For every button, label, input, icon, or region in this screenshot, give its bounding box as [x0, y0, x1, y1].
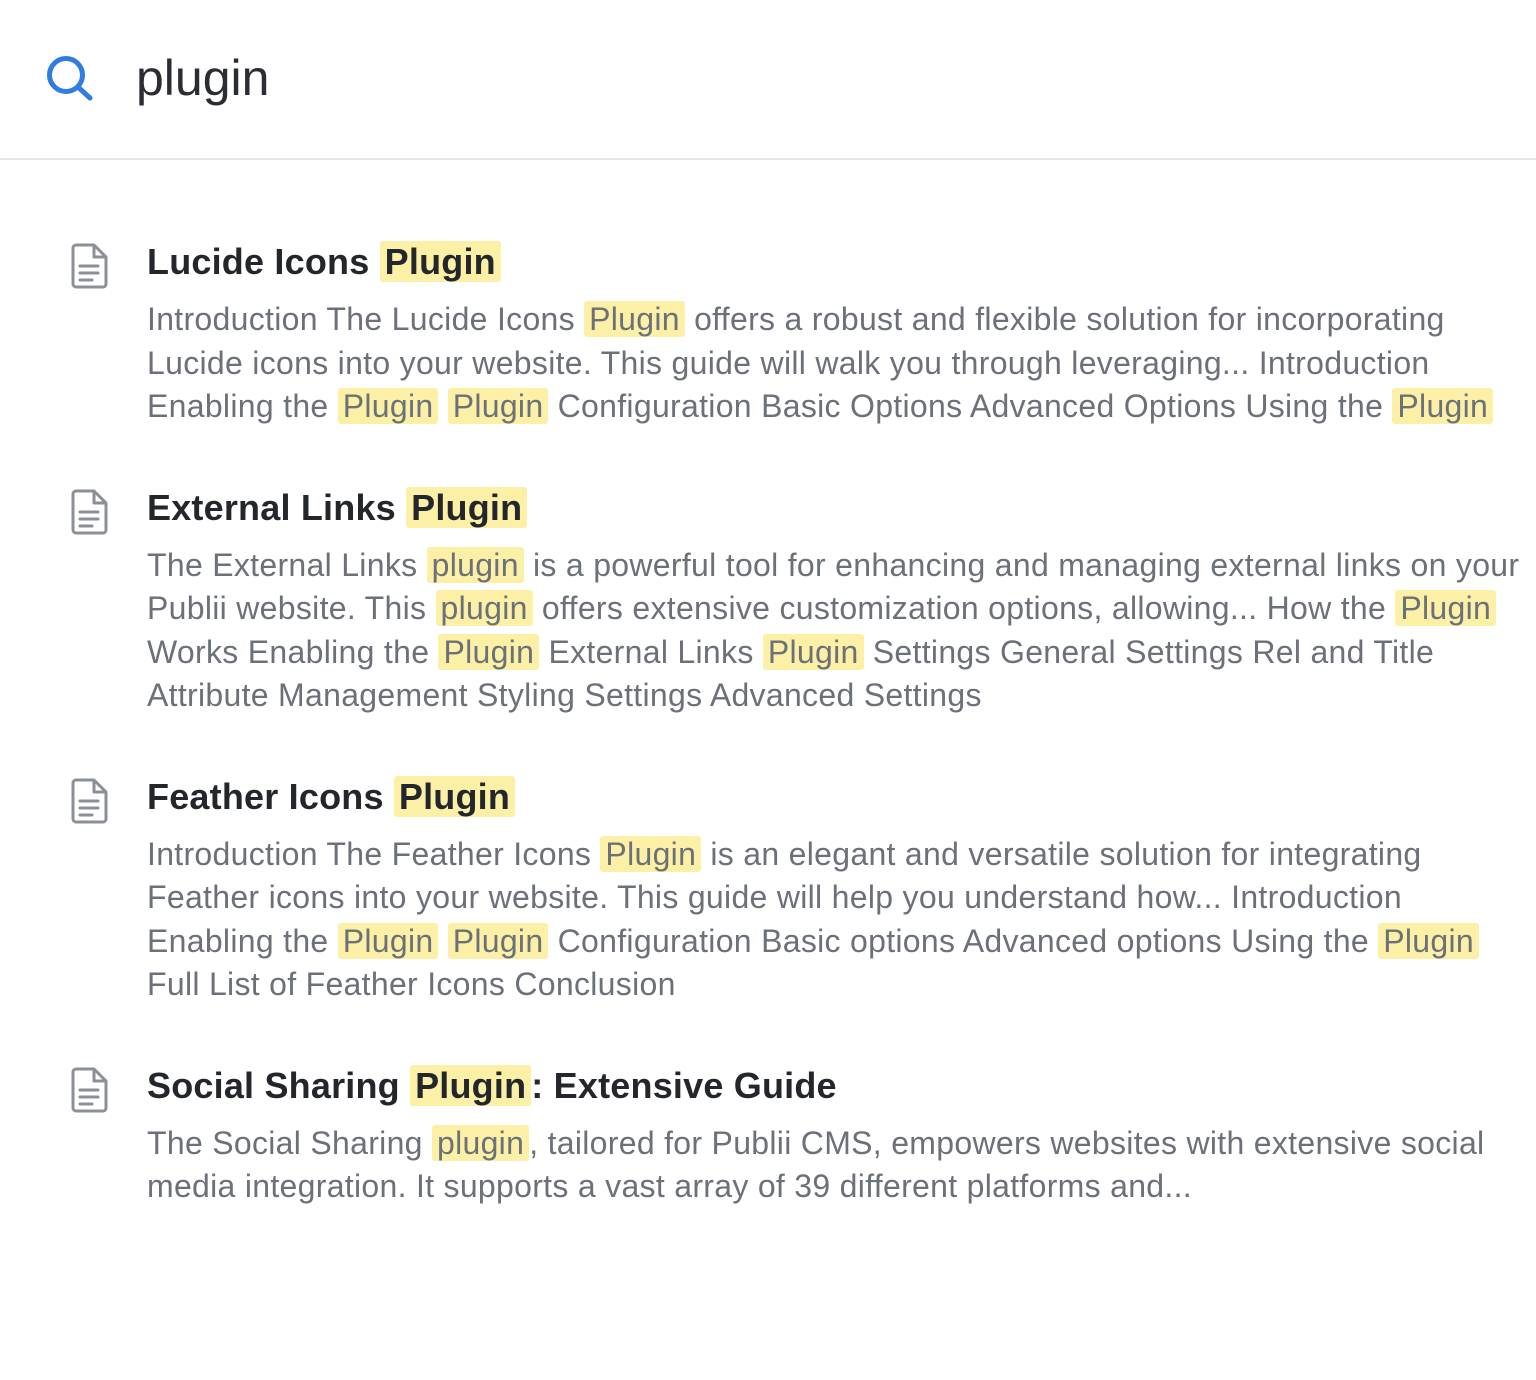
- text-segment: The Social Sharing: [147, 1124, 432, 1161]
- result-snippet: The External Links plugin is a powerful …: [147, 544, 1522, 718]
- search-highlight: Plugin: [393, 775, 516, 817]
- search-icon: [47, 56, 93, 101]
- search-highlight: Plugin: [584, 301, 685, 337]
- search-highlight: Plugin: [600, 835, 702, 872]
- search-input[interactable]: [136, 38, 1476, 118]
- text-segment: [438, 923, 447, 959]
- result-title: Lucide Icons Plugin: [147, 232, 1522, 292]
- text-segment: Introduction The Lucide Icons: [147, 301, 585, 337]
- text-segment: Feather Icons: [147, 775, 394, 817]
- search-highlight: Plugin: [337, 388, 439, 424]
- result-title: Feather Icons Plugin: [147, 767, 1522, 827]
- result-snippet: The Social Sharing plugin, tailored for …: [147, 1122, 1522, 1209]
- search-panel: Lucide Icons Plugin Introduction The Luc…: [0, 0, 1536, 1380]
- search-highlight: plugin: [426, 546, 524, 583]
- text-segment: Introduction The Feather Icons: [147, 835, 601, 872]
- text-segment: Works Enabling the: [147, 633, 439, 670]
- search-highlight: Plugin: [438, 633, 540, 670]
- document-icon: [71, 243, 108, 289]
- search-bar: [0, 0, 1536, 160]
- document-icon: [71, 1067, 108, 1112]
- search-result-item-3[interactable]: Feather Icons Plugin Introduction The Fe…: [0, 767, 1536, 1007]
- result-snippet: Introduction The Feather Icons Plugin is…: [147, 833, 1522, 1007]
- search-highlight: plugin: [435, 590, 533, 626]
- search-highlight: Plugin: [410, 1064, 532, 1106]
- search-result-item-1[interactable]: Lucide Icons Plugin Introduction The Luc…: [0, 232, 1536, 429]
- search-results-list: Lucide Icons Plugin Introduction The Luc…: [0, 232, 1536, 1258]
- text-segment: : Extensive Guide: [531, 1064, 837, 1106]
- search-result-item-4[interactable]: Social Sharing Plugin: Extensive Guide T…: [0, 1056, 1536, 1209]
- search-highlight: Plugin: [1378, 922, 1479, 959]
- result-snippet: Introduction The Lucide Icons Plugin off…: [147, 298, 1522, 429]
- document-icon: [71, 778, 108, 823]
- text-segment: Full List of Feather Icons Conclusion: [147, 966, 676, 1002]
- text-segment: Configuration Basic Options Advanced Opt…: [548, 388, 1393, 424]
- search-highlight: Plugin: [1395, 590, 1497, 626]
- result-title: External Links Plugin: [147, 478, 1522, 538]
- search-highlight: Plugin: [762, 633, 864, 670]
- search-highlight: Plugin: [1392, 388, 1494, 424]
- search-highlight: Plugin: [337, 922, 439, 959]
- text-segment: Social Sharing: [147, 1064, 411, 1106]
- search-highlight: plugin: [431, 1124, 530, 1161]
- text-segment: External Links: [539, 633, 763, 670]
- search-highlight: Plugin: [447, 922, 549, 959]
- search-result-item-2[interactable]: External Links Plugin The External Links…: [0, 478, 1536, 718]
- text-segment: External Links: [147, 486, 407, 528]
- text-segment: [438, 388, 447, 424]
- document-icon: [71, 489, 108, 534]
- search-highlight: Plugin: [447, 388, 549, 424]
- text-segment: Configuration Basic options Advanced opt…: [548, 922, 1379, 959]
- result-title: Social Sharing Plugin: Extensive Guide: [147, 1056, 1522, 1116]
- text-segment: Lucide Icons: [147, 241, 380, 282]
- search-highlight: Plugin: [379, 241, 501, 282]
- search-highlight: Plugin: [406, 486, 528, 528]
- text-segment: offers extensive customization options, …: [532, 590, 1396, 626]
- text-segment: The External Links: [147, 546, 427, 583]
